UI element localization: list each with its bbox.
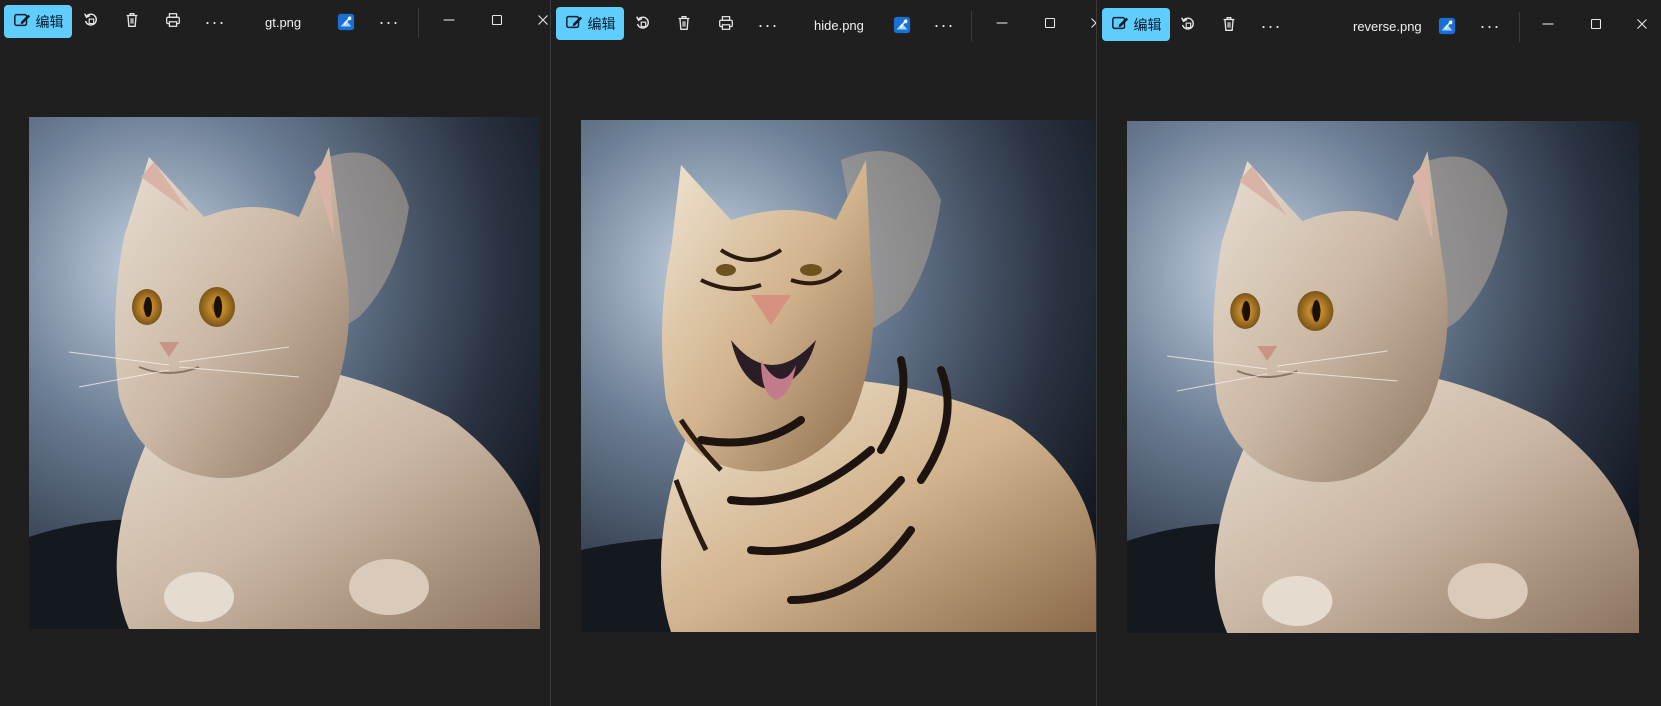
file-name: gt.png (265, 14, 302, 30)
maximize-icon (1587, 15, 1605, 38)
toolbar-divider (1519, 12, 1520, 42)
edit-label: 编辑 (1133, 16, 1162, 33)
delete-icon (1220, 15, 1238, 38)
photo-viewer-window-3: 编辑 ··· reverse.png ··· (1097, 0, 1661, 706)
edit-label: 编辑 (35, 13, 64, 30)
file-name: reverse.png (1353, 18, 1422, 34)
close-icon (1087, 14, 1096, 37)
close-button[interactable] (1081, 10, 1096, 40)
minimize-button[interactable] (1533, 11, 1563, 41)
maximize-icon (1041, 14, 1059, 37)
more-button-2[interactable]: ··· (929, 10, 959, 40)
photo-viewer-window-1: 编辑 ··· gt.png ··· (0, 0, 550, 706)
delete-button[interactable] (669, 10, 699, 40)
delete-button[interactable] (1214, 11, 1244, 41)
close-button[interactable] (528, 7, 550, 37)
minimize-button[interactable] (434, 7, 464, 37)
more-button[interactable]: ··· (753, 10, 783, 40)
delete-icon (675, 14, 693, 37)
file-name: hide.png (814, 17, 864, 33)
toolbar-divider (971, 11, 972, 41)
close-icon (534, 11, 550, 34)
more-button[interactable]: ··· (200, 7, 230, 37)
photos-brand-icon[interactable] (337, 13, 355, 31)
minimize-icon (1539, 15, 1557, 38)
rotate-button[interactable] (628, 10, 658, 40)
more-icon: ··· (1479, 15, 1501, 36)
photo-cat-reversed (1127, 121, 1639, 633)
delete-icon (123, 11, 141, 34)
close-icon (1633, 15, 1651, 38)
photo-cat (29, 117, 540, 629)
rotate-button[interactable] (1173, 11, 1203, 41)
rotate-icon (82, 11, 100, 34)
more-icon: ··· (757, 14, 779, 35)
more-button[interactable]: ··· (1256, 11, 1286, 41)
maximize-button[interactable] (482, 7, 512, 37)
more-button-2[interactable]: ··· (374, 7, 404, 37)
rotate-button[interactable] (76, 7, 106, 37)
edit-icon (1111, 14, 1129, 35)
edit-button[interactable]: 编辑 (4, 5, 72, 38)
print-button[interactable] (158, 7, 188, 37)
maximize-button[interactable] (1035, 10, 1065, 40)
photos-brand-icon[interactable] (893, 16, 911, 34)
maximize-icon (488, 11, 506, 34)
more-icon: ··· (204, 11, 226, 32)
minimize-button[interactable] (987, 10, 1017, 40)
more-icon: ··· (1260, 15, 1282, 36)
print-icon (717, 14, 735, 37)
viewer-toolbar: 编辑 ··· reverse.png ··· (1097, 0, 1661, 44)
viewer-toolbar: 编辑 ··· gt.png ··· (0, 0, 550, 44)
edit-label: 编辑 (587, 15, 616, 32)
photo-viewer-window-2: 编辑 ··· hide.png ··· (551, 0, 1096, 706)
edit-icon (565, 13, 583, 34)
edit-button[interactable]: 编辑 (556, 7, 624, 40)
minimize-icon (993, 14, 1011, 37)
more-icon: ··· (933, 14, 955, 35)
more-button-2[interactable]: ··· (1475, 11, 1505, 41)
rotate-icon (1179, 15, 1197, 38)
print-icon (164, 11, 182, 34)
more-icon: ··· (378, 11, 400, 32)
viewer-toolbar: 编辑 ··· hide.png ··· (551, 0, 1096, 44)
maximize-button[interactable] (1581, 11, 1611, 41)
close-button[interactable] (1627, 11, 1657, 41)
print-button[interactable] (711, 10, 741, 40)
edit-button[interactable]: 编辑 (1102, 8, 1170, 41)
edit-icon (13, 11, 31, 32)
delete-button[interactable] (117, 7, 147, 37)
toolbar-divider (418, 8, 419, 38)
rotate-icon (634, 14, 652, 37)
minimize-icon (440, 11, 458, 34)
photos-brand-icon[interactable] (1438, 17, 1456, 35)
photo-tiger (581, 120, 1096, 632)
